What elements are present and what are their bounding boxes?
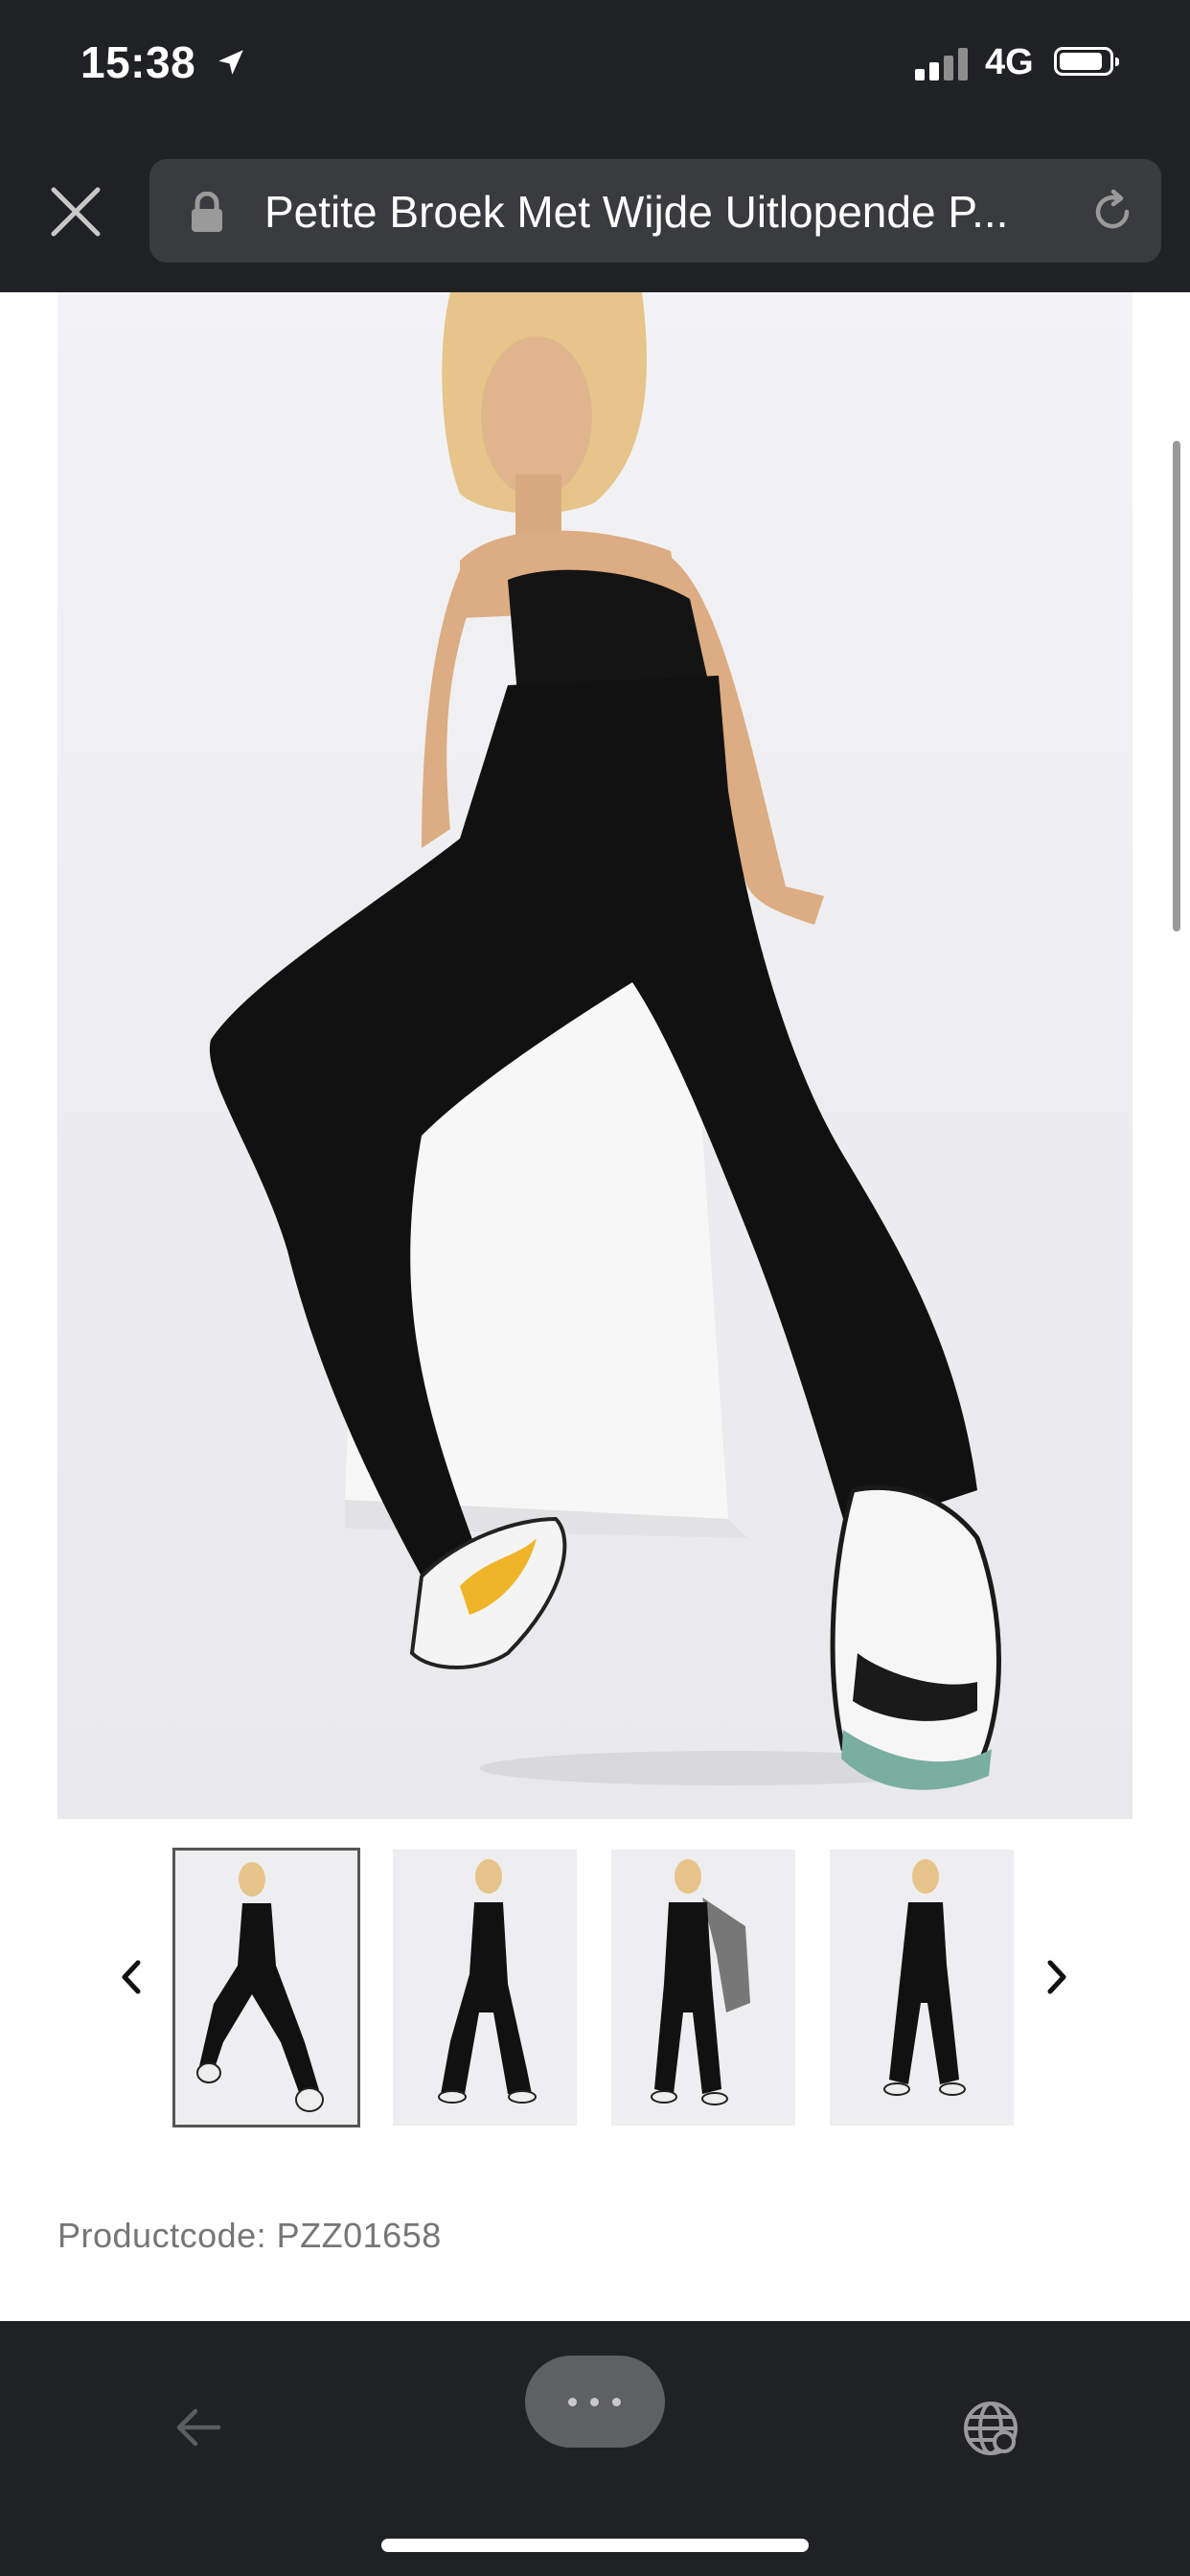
battery-icon: [1054, 47, 1119, 76]
chevron-left-icon[interactable]: [98, 1944, 165, 2011]
location-arrow-icon: [218, 50, 243, 75]
more-menu-button[interactable]: [525, 2356, 665, 2448]
product-code: Productcode: PZZ01658: [57, 2216, 442, 2255]
page-title[interactable]: Petite Broek Met Wijde Uitlopende P...: [264, 186, 1050, 238]
close-icon[interactable]: [42, 178, 109, 245]
thumbnail-carousel: [0, 1848, 1190, 2131]
more-dots-icon: [568, 2398, 577, 2406]
url-bar[interactable]: Petite Broek Met Wijde Uitlopende P...: [149, 159, 1161, 263]
page-scrollbar[interactable]: [1173, 441, 1180, 932]
thumbnail-4[interactable]: [830, 1850, 1014, 2126]
signal-bars-icon: [915, 48, 971, 80]
thumbnail-2[interactable]: [393, 1850, 577, 2126]
thumbnail-1[interactable]: [172, 1848, 360, 2128]
reload-icon[interactable]: [1088, 188, 1136, 236]
chevron-right-icon[interactable]: [1023, 1944, 1090, 2011]
lock-icon: [192, 192, 222, 232]
globe-translate-icon[interactable]: [958, 2396, 1023, 2461]
browser-bottom-toolbar: [0, 2321, 1190, 2576]
status-time: 15:38: [80, 37, 196, 87]
product-main-image[interactable]: [57, 292, 1133, 1819]
thumbnail-3[interactable]: [611, 1850, 795, 2126]
home-indicator[interactable]: [381, 2539, 809, 2552]
network-label: 4G: [985, 42, 1034, 82]
arrow-left-icon[interactable]: [169, 2398, 228, 2457]
browser-top-bar: 15:38 4G Petite Broek Met Wijde Uitlopen…: [0, 0, 1190, 292]
